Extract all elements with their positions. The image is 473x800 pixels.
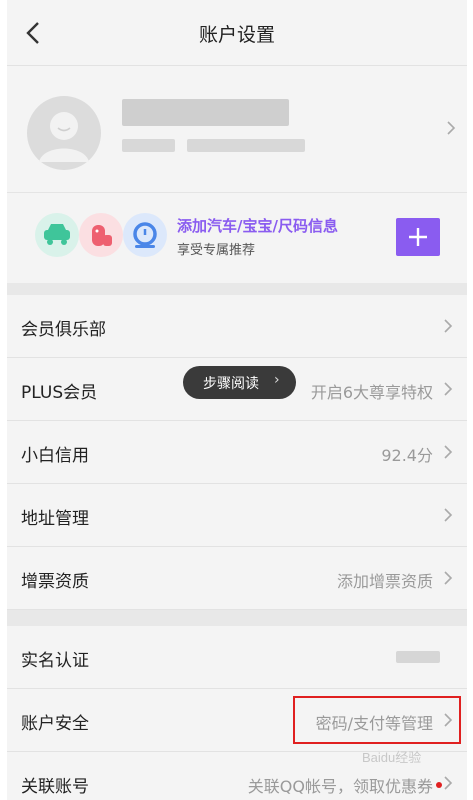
chevron-right-icon	[444, 508, 453, 522]
row-vat-invoice[interactable]: 增票资质 添加增票资质	[7, 547, 467, 610]
row-label: 实名认证	[21, 651, 89, 671]
chevron-right-icon	[444, 776, 453, 790]
watermark: Baidu经验	[362, 750, 422, 765]
row-label: PLUS会员	[21, 383, 98, 403]
row-label: 增票资质	[21, 572, 89, 592]
row-value: 92.4分	[381, 446, 433, 465]
add-info-button[interactable]	[396, 218, 440, 256]
step-reading-label: 步骤阅读	[203, 376, 259, 392]
plus-icon	[409, 228, 427, 246]
step-reading-button[interactable]: 步骤阅读 ›	[183, 366, 296, 399]
chevron-right-icon: ›	[274, 372, 280, 388]
chevron-right-icon	[444, 382, 453, 396]
row-member-club[interactable]: 会员俱乐部	[7, 295, 467, 358]
car-icon	[35, 213, 79, 257]
promo-title: 添加汽车/宝宝/尺码信息	[177, 217, 338, 235]
default-avatar-icon	[39, 112, 89, 162]
row-label: 账户安全	[21, 714, 89, 734]
highlight-box	[293, 696, 461, 744]
page-title: 账户设置	[198, 24, 275, 46]
promo-subtitle: 享受专属推荐	[177, 243, 256, 258]
row-value: 添加增票资质	[336, 572, 433, 591]
avatar[interactable]	[27, 96, 101, 170]
account-settings-screen: 账户设置 添加汽车/宝宝/尺码信息 享受专属推荐 会员俱乐部 PLUS会员 开启…	[7, 0, 467, 800]
profile-card[interactable]	[7, 66, 467, 193]
row-label: 关联账号	[21, 777, 89, 797]
row-value: 开启6大尊享特权	[310, 383, 433, 402]
chevron-right-icon	[444, 571, 453, 585]
section-divider	[7, 283, 467, 295]
row-label: 小白信用	[21, 446, 89, 466]
account-info-placeholder	[122, 139, 175, 152]
row-address[interactable]: 地址管理	[7, 484, 467, 547]
measure-icon	[123, 213, 167, 257]
row-real-name[interactable]: 实名认证	[7, 626, 467, 689]
baby-icon	[79, 213, 123, 257]
chevron-right-icon	[444, 445, 453, 459]
header-bar: 账户设置	[7, 0, 467, 66]
row-credit[interactable]: 小白信用 92.4分	[7, 421, 467, 484]
account-info-placeholder-2	[187, 139, 305, 152]
section-divider	[7, 610, 467, 626]
row-label: 地址管理	[21, 509, 89, 529]
verified-status-placeholder	[396, 651, 440, 663]
promo-banner[interactable]: 添加汽车/宝宝/尺码信息 享受专属推荐	[7, 193, 467, 283]
chevron-right-icon	[447, 121, 456, 135]
row-value: 关联QQ帐号，领取优惠券	[247, 777, 433, 796]
row-label: 会员俱乐部	[21, 320, 106, 340]
chevron-right-icon	[444, 319, 453, 333]
username-placeholder	[122, 99, 289, 126]
notification-dot	[436, 782, 442, 788]
